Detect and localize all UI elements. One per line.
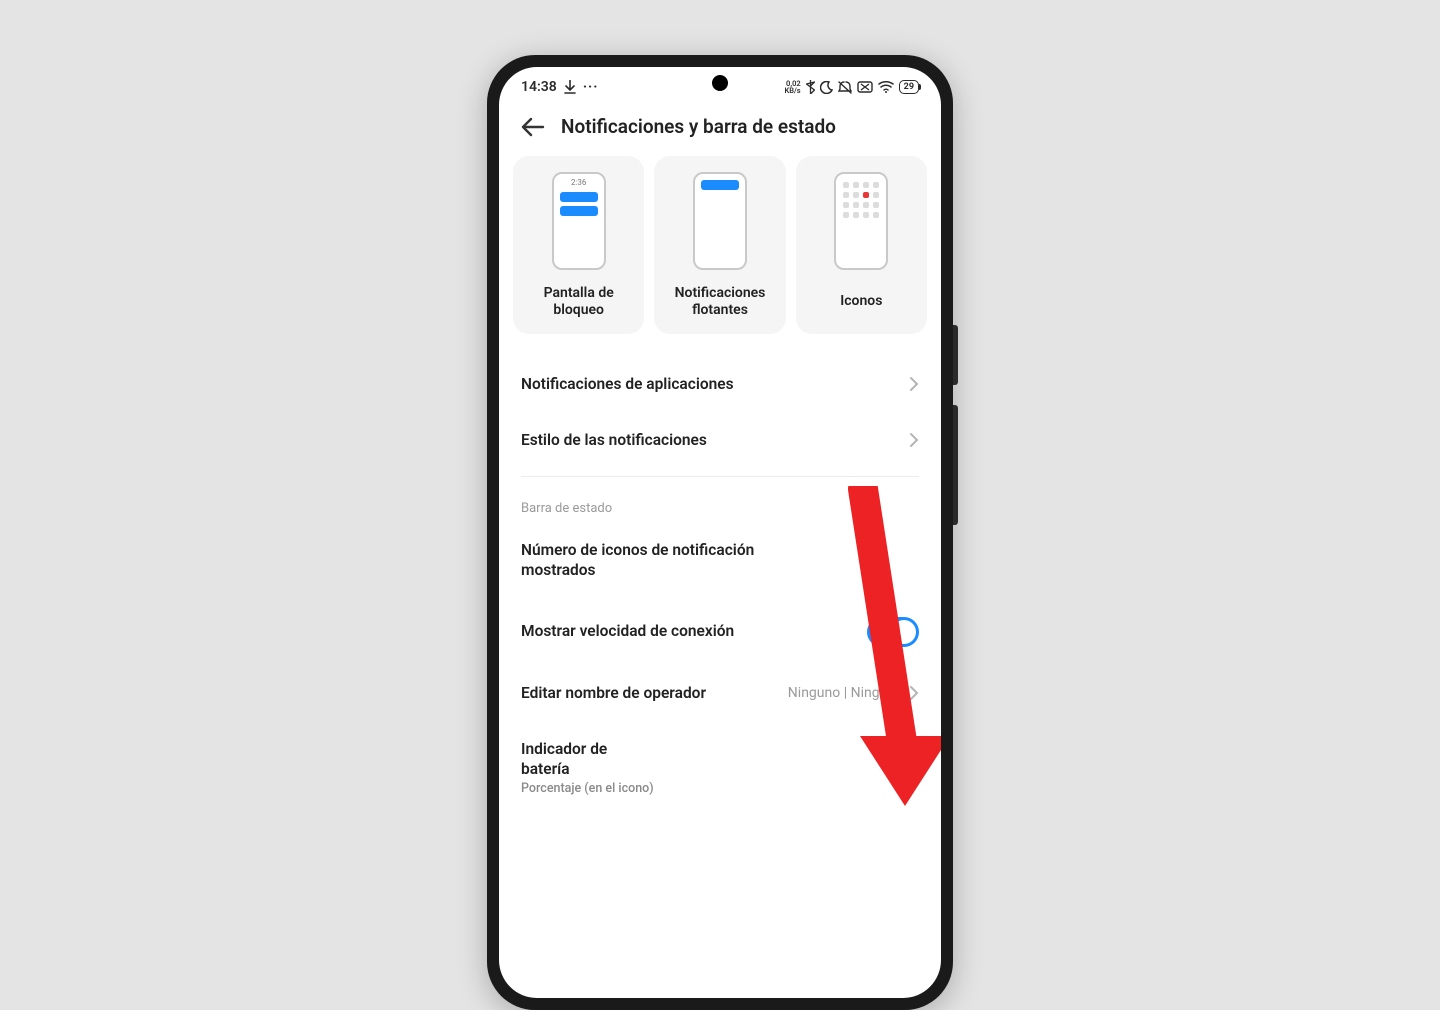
preview-cards-row: 2:36 Pantalla de bloqueo Notificaciones … (513, 156, 927, 334)
card-label: Notificaciones flotantes (660, 284, 779, 320)
row-edit-carrier-name[interactable]: Editar nombre de operador Ninguno | Ning… (513, 665, 927, 721)
moon-dnd-icon (820, 81, 833, 94)
chevron-right-icon (909, 685, 919, 701)
camera-notch (712, 75, 728, 91)
settings-list-top: Notificaciones de aplicaciones Estilo de… (513, 356, 927, 468)
up-down-selector-icon[interactable] (907, 759, 919, 775)
row-sublabel: Porcentaje (en el icono) (521, 781, 660, 796)
settings-list-statusbar: Número de iconos de notificación mostrad… (513, 522, 927, 814)
card-label: Iconos (840, 284, 882, 320)
net-speed-indicator: 0,02 KB/s (784, 80, 800, 95)
row-show-connection-speed[interactable]: Mostrar velocidad de conexión (513, 599, 927, 665)
battery-indicator: 29 (899, 80, 919, 94)
card-floating-notifications[interactable]: Notificaciones flotantes (654, 156, 785, 334)
card-label: Pantalla de bloqueo (519, 284, 638, 320)
download-icon (564, 80, 576, 94)
status-time: 14:38 (521, 79, 557, 95)
card-lock-screen[interactable]: 2:36 Pantalla de bloqueo (513, 156, 644, 334)
mute-icon (838, 81, 852, 94)
side-button-volume (953, 405, 958, 525)
section-label-status-bar: Barra de estado (513, 485, 927, 522)
chevron-right-icon (909, 376, 919, 392)
page-title: Notificaciones y barra de estado (561, 115, 836, 138)
bluetooth-icon (806, 80, 815, 94)
mini-phone-lock-preview: 2:36 (552, 172, 606, 270)
row-icon-count[interactable]: Número de iconos de notificación mostrad… (513, 522, 927, 598)
phone-frame: 14:38 ··· 0,02 KB/s 29 Notificaciones y … (487, 55, 953, 1010)
more-icon: ··· (583, 79, 599, 95)
row-battery-indicator[interactable]: Indicador de batería Porcentaje (en el i… (513, 721, 927, 814)
no-sim-icon (857, 81, 873, 93)
back-icon[interactable] (521, 117, 545, 137)
row-app-notifications[interactable]: Notificaciones de aplicaciones (513, 356, 927, 412)
mini-phone-float-preview (693, 172, 747, 270)
side-button-power (953, 325, 958, 385)
toggle-connection-speed[interactable] (867, 617, 919, 647)
card-icons[interactable]: Iconos (796, 156, 927, 334)
screen: 14:38 ··· 0,02 KB/s 29 Notificaciones y … (499, 67, 941, 998)
mini-phone-icons-preview (834, 172, 888, 270)
row-notification-style[interactable]: Estilo de las notificaciones (513, 412, 927, 468)
chevron-right-icon (909, 432, 919, 448)
nav-header: Notificaciones y barra de estado (499, 101, 941, 156)
row-value: Ninguno | Ninguno (788, 685, 903, 701)
wifi-icon (878, 81, 894, 93)
divider (521, 476, 919, 477)
